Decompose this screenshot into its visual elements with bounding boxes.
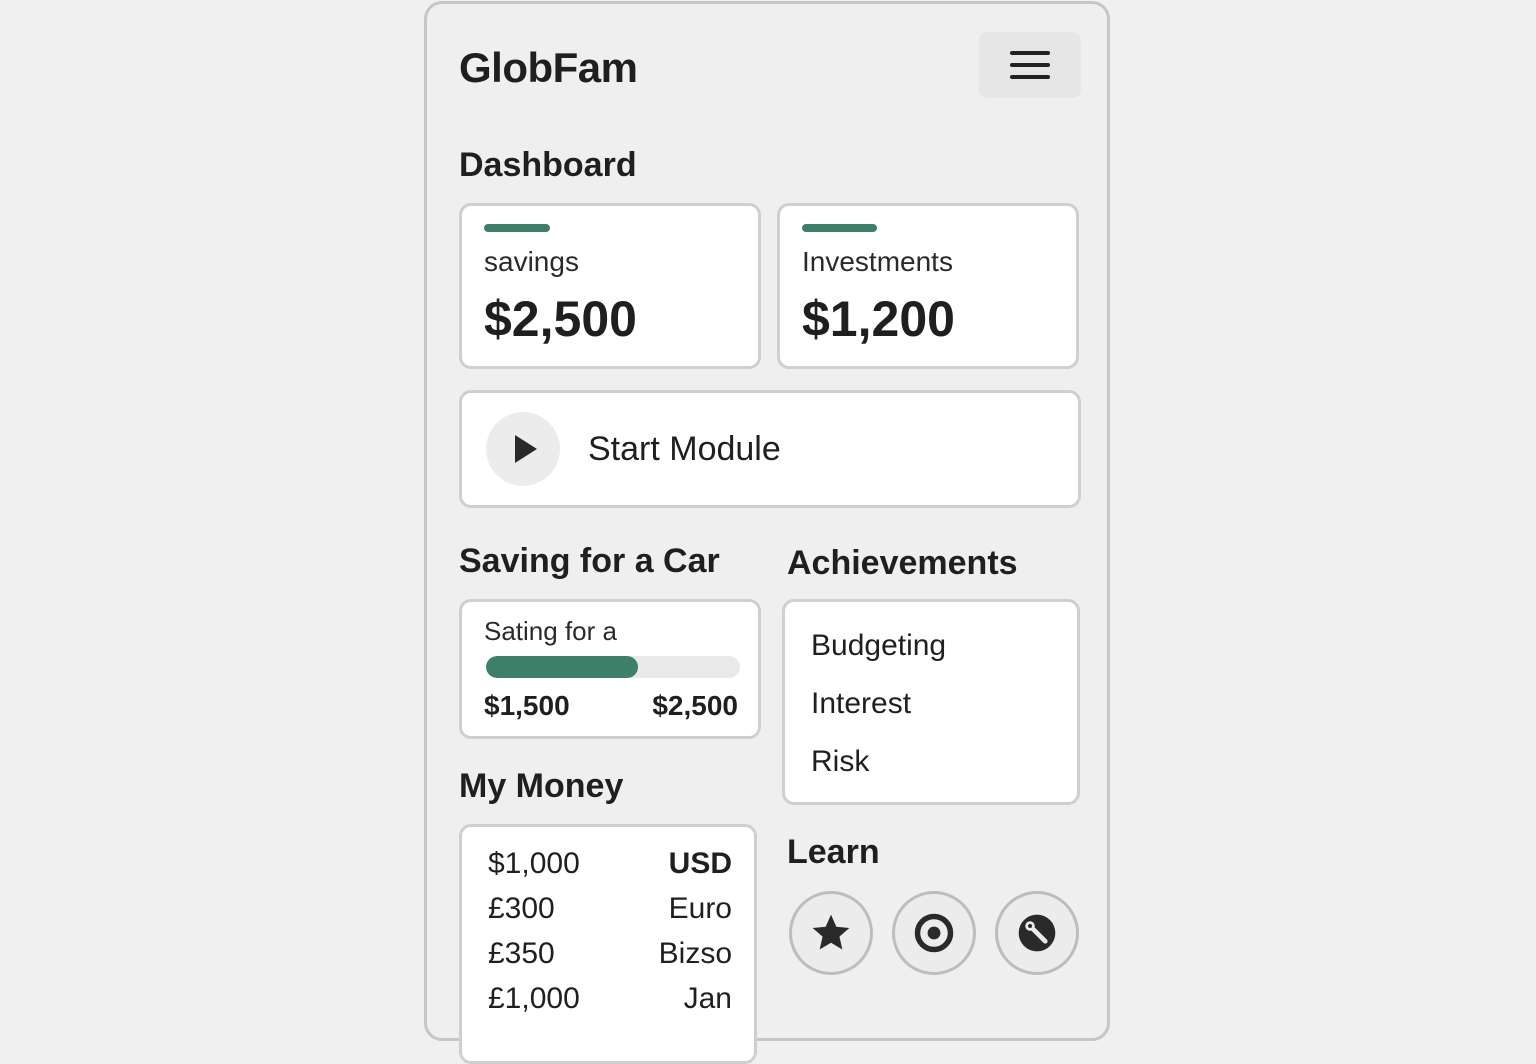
- achievement-item-budgeting[interactable]: Budgeting: [811, 624, 946, 682]
- money-row[interactable]: £1,000 Jan: [488, 982, 732, 1016]
- learn-target-button[interactable]: [892, 891, 976, 975]
- learn-title: Learn: [787, 833, 880, 871]
- investments-card[interactable]: Investments $1,200: [777, 203, 1079, 369]
- money-currency: Jan: [683, 982, 732, 1015]
- tools-icon: [1018, 914, 1056, 952]
- investments-label: Investments: [802, 246, 953, 277]
- app-frame: GlobFam Dashboard savings $2,500 Investm…: [424, 1, 1110, 1064]
- start-module-label: Start Module: [588, 429, 781, 468]
- goal-progress-fill: [486, 656, 639, 678]
- goal-target-amount: $2,500: [652, 690, 738, 721]
- money-row[interactable]: £300 Euro: [488, 892, 732, 926]
- money-amount: £1,000: [488, 982, 580, 1015]
- money-amount: £300: [488, 892, 555, 925]
- money-currency: USD: [668, 847, 732, 880]
- accent-bar: [484, 224, 550, 232]
- learn-tools-button[interactable]: [995, 891, 1079, 975]
- hamburger-menu-icon: [1010, 51, 1050, 55]
- menu-button[interactable]: [979, 32, 1081, 98]
- achievements-card: Budgeting Interest Risk: [782, 599, 1080, 805]
- goal-current-amount: $1,500: [484, 690, 570, 721]
- target-icon: [914, 913, 954, 953]
- achievement-item-risk[interactable]: Risk: [811, 740, 946, 798]
- money-amount: $1,000: [488, 847, 580, 880]
- money-row[interactable]: £350 Bizso: [488, 937, 732, 971]
- money-currency: Euro: [668, 892, 732, 925]
- my-money-card: $1,000 USD £300 Euro £350 Bizso £1,000 J…: [459, 824, 757, 1064]
- achievement-item-interest[interactable]: Interest: [811, 682, 946, 740]
- achievements-title: Achievements: [787, 544, 1018, 582]
- my-money-title: My Money: [459, 767, 624, 805]
- goal-title: Saving for a Car: [459, 542, 720, 580]
- goal-card[interactable]: Sating for a $1,500 $2,500: [459, 599, 761, 739]
- goal-label: Sating for a: [484, 616, 617, 646]
- achievements-list: Budgeting Interest Risk: [811, 624, 946, 798]
- money-currency: Bizso: [658, 937, 732, 970]
- savings-value: $2,500: [484, 291, 637, 347]
- accent-bar: [802, 224, 877, 232]
- money-amount: £350: [488, 937, 555, 970]
- play-button[interactable]: [486, 412, 560, 486]
- play-icon: [514, 435, 537, 463]
- savings-label: savings: [484, 246, 579, 277]
- app-title: GlobFam: [459, 44, 638, 91]
- investments-value: $1,200: [802, 291, 955, 347]
- learn-star-button[interactable]: [789, 891, 873, 975]
- start-module-button[interactable]: Start Module: [459, 390, 1081, 508]
- savings-card[interactable]: savings $2,500: [459, 203, 761, 369]
- goal-progress-bar: [486, 656, 740, 678]
- star-icon: [812, 914, 850, 950]
- dashboard-title: Dashboard: [459, 146, 637, 184]
- money-row[interactable]: $1,000 USD: [488, 847, 732, 881]
